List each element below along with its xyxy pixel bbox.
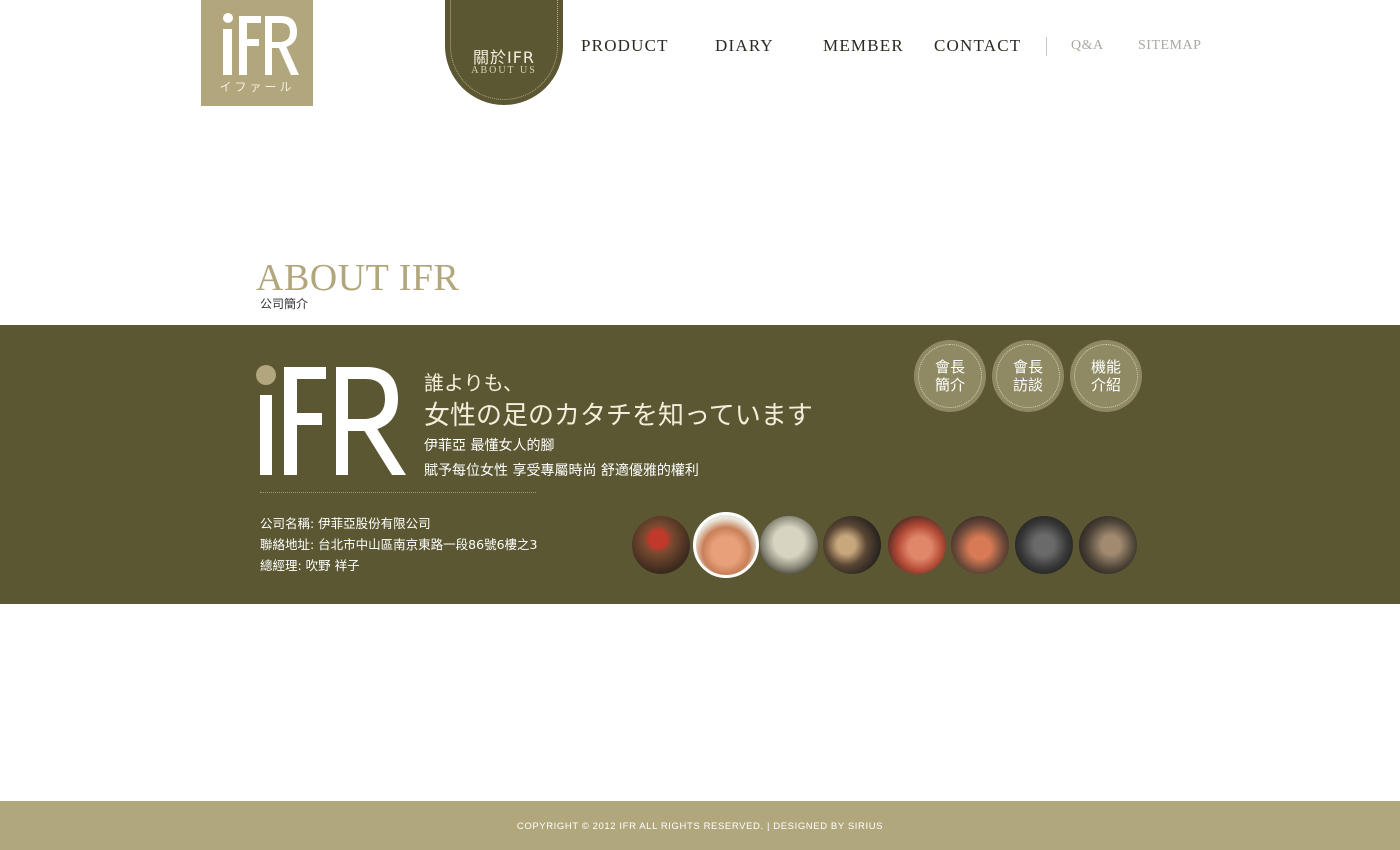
- nav-product[interactable]: PRODUCT: [581, 36, 669, 56]
- nav-member[interactable]: MEMBER: [823, 36, 904, 56]
- general-manager: 總經理: 吹野 祥子: [260, 558, 360, 573]
- page-title: ABOUT IFR: [256, 257, 460, 299]
- gallery-thumb-6[interactable]: [951, 516, 1009, 574]
- about-band: 誰よりも、 女性の足のカタチを知っています 伊菲亞 最懂女人的腳 賦予每位女性 …: [0, 325, 1400, 604]
- chairman-interview-label-1: 會長: [1012, 358, 1043, 376]
- tagline-jp-2: 女性の足のカタチを知っています: [424, 401, 813, 431]
- gallery-thumb-8[interactable]: [1079, 516, 1137, 574]
- ifr-big-logo: [256, 365, 406, 475]
- function-intro-label-1: 機能: [1090, 358, 1121, 376]
- nav-qa[interactable]: Q&A: [1071, 38, 1104, 54]
- gallery-thumb-4[interactable]: [823, 516, 881, 574]
- gallery-thumb-1[interactable]: [632, 516, 690, 574]
- nav-diary[interactable]: DIARY: [715, 36, 774, 56]
- company-address: 聯絡地址: 台北市中山區南京東路一段86號6樓之3: [260, 537, 538, 552]
- gallery-thumb-7[interactable]: [1015, 516, 1073, 574]
- page-subtitle: 公司簡介: [260, 297, 309, 311]
- logo[interactable]: イファール: [201, 0, 313, 106]
- chairman-intro-label-1: 會長: [934, 358, 965, 376]
- nav-about-us-en: ABOUT US: [471, 65, 537, 76]
- chairman-interview-label-2: 訪談: [1012, 376, 1043, 394]
- function-intro-label-2: 介紹: [1090, 376, 1121, 394]
- chairman-intro-label-2: 簡介: [934, 376, 965, 394]
- ifr-logo-mark: [223, 13, 299, 75]
- nav-about-us[interactable]: 關於IFR ABOUT US: [445, 0, 563, 105]
- gallery-thumb-2[interactable]: [693, 512, 759, 578]
- tagline-jp-1: 誰よりも、: [424, 371, 523, 395]
- nav-divider: [1046, 37, 1047, 56]
- nav-about-us-zh: 關於IFR: [472, 48, 536, 67]
- tagline-zh-2: 賦予每位女性 享受專屬時尚 舒適優雅的權利: [424, 463, 699, 479]
- footer: COPYRIGHT © 2012 IFR ALL RIGHTS RESERVED…: [0, 801, 1400, 850]
- gallery-thumb-3[interactable]: [760, 516, 818, 574]
- nav-contact[interactable]: CONTACT: [934, 36, 1021, 56]
- logo-subtitle: イファール: [219, 80, 295, 94]
- company-name: 公司名稱: 伊菲亞股份有限公司: [260, 516, 431, 531]
- gallery-thumb-5[interactable]: [888, 516, 946, 574]
- chairman-interview-button[interactable]: 會長 訪談: [992, 340, 1064, 412]
- tagline-zh-1: 伊菲亞 最懂女人的腳: [424, 438, 555, 454]
- dotted-divider: [260, 492, 536, 493]
- chairman-intro-button[interactable]: 會長 簡介: [914, 340, 986, 412]
- function-intro-button[interactable]: 機能 介紹: [1070, 340, 1142, 412]
- copyright-text: COPYRIGHT © 2012 IFR ALL RIGHTS RESERVED…: [516, 821, 884, 832]
- nav-sitemap[interactable]: SITEMAP: [1138, 38, 1201, 54]
